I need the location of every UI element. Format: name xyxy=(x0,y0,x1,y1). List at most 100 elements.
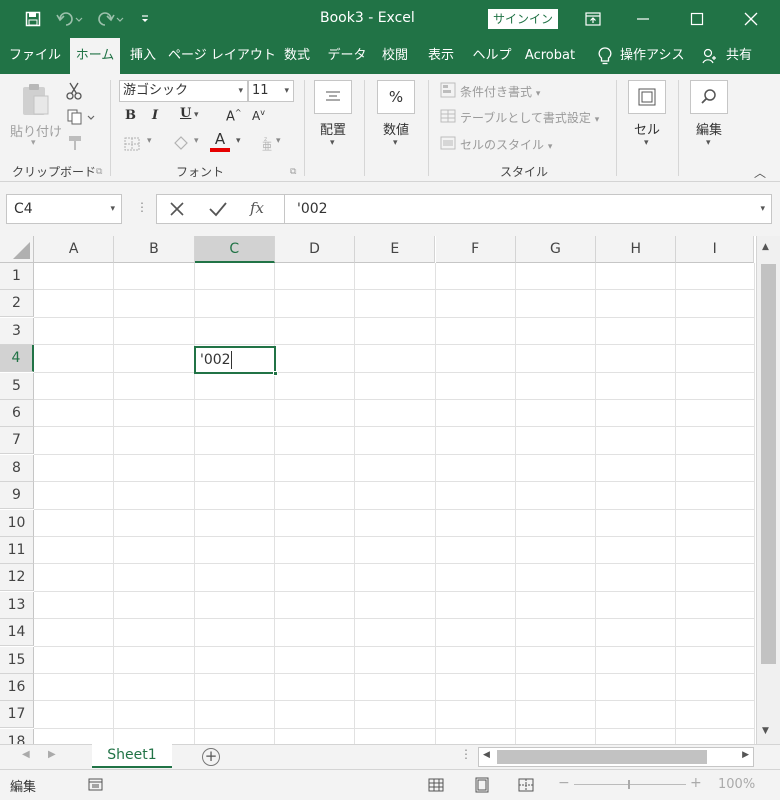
underline-button[interactable]: U xyxy=(180,106,191,121)
dialog-launcher-icon[interactable]: ⧉ xyxy=(96,167,102,177)
paste-button[interactable]: 貼り付け xyxy=(10,121,62,140)
clipboard-paste-icon[interactable] xyxy=(20,82,52,118)
font-size-combobox[interactable]: 11 ▾ xyxy=(248,80,294,102)
font-grow-button[interactable]: A^ xyxy=(226,108,242,124)
zoom-level[interactable]: 100% xyxy=(718,777,755,792)
redo-icon[interactable] xyxy=(92,0,128,38)
fill-handle[interactable] xyxy=(273,371,278,376)
close-icon[interactable] xyxy=(736,0,766,38)
column-header-b[interactable]: B xyxy=(114,236,195,263)
column-header-a[interactable]: A xyxy=(34,236,115,263)
scroll-sheets-left-icon[interactable]: ◀ xyxy=(22,749,30,760)
tab-view[interactable]: 表示 xyxy=(420,38,462,74)
tab-page-layout[interactable]: ページ レイアウト xyxy=(168,38,276,74)
cells-button[interactable] xyxy=(628,80,666,114)
tab-insert[interactable]: 挿入 xyxy=(122,38,164,74)
formula-input[interactable]: '002 ▾ xyxy=(284,194,772,224)
font-color-button[interactable]: A xyxy=(210,130,230,152)
zoom-slider[interactable] xyxy=(574,784,686,785)
row-header-1[interactable]: 1 xyxy=(0,263,34,290)
borders-icon[interactable] xyxy=(124,136,140,151)
column-header-e[interactable]: E xyxy=(355,236,436,263)
copy-icon[interactable] xyxy=(66,108,96,126)
tab-split-grip-icon[interactable]: ⋮ xyxy=(460,747,472,761)
format-painter-icon[interactable] xyxy=(66,134,84,152)
row-header-16[interactable]: 16 xyxy=(0,674,34,701)
add-sheet-button[interactable]: + xyxy=(202,748,220,766)
column-header-i[interactable]: I xyxy=(676,236,754,263)
cut-icon[interactable] xyxy=(66,82,82,100)
tab-data[interactable]: データ xyxy=(322,38,372,74)
tab-file[interactable]: ファイル xyxy=(6,38,64,74)
phonetic-guide-icon[interactable]: z亜 xyxy=(260,134,276,153)
italic-button[interactable]: I xyxy=(152,108,158,123)
collapse-ribbon-icon[interactable]: ︿ xyxy=(754,164,766,181)
scroll-right-icon[interactable]: ▶ xyxy=(742,750,749,760)
row-header-7[interactable]: 7 xyxy=(0,427,34,455)
signin-button[interactable]: サインイン xyxy=(488,9,558,29)
dialog-launcher-icon[interactable]: ⧉ xyxy=(290,167,296,177)
insert-function-button[interactable]: fx xyxy=(250,199,264,217)
zoom-slider-thumb[interactable] xyxy=(628,780,630,789)
tab-home[interactable]: ホーム xyxy=(70,38,120,74)
zoom-in-button[interactable]: + xyxy=(690,775,702,791)
maximize-icon[interactable] xyxy=(682,0,712,38)
row-header-12[interactable]: 12 xyxy=(0,564,34,592)
confirm-entry-icon[interactable] xyxy=(208,200,228,218)
cancel-entry-icon[interactable] xyxy=(168,200,186,218)
font-name-combobox[interactable]: 游ゴシック ▾ xyxy=(119,80,248,102)
page-break-preview-icon[interactable] xyxy=(518,777,534,793)
scroll-up-icon[interactable]: ▲ xyxy=(762,242,769,252)
select-all-corner[interactable] xyxy=(0,236,34,263)
scroll-down-icon[interactable]: ▼ xyxy=(762,726,769,736)
scroll-left-icon[interactable]: ◀ xyxy=(483,750,490,760)
scroll-thumb[interactable] xyxy=(761,264,776,664)
column-header-g[interactable]: G xyxy=(515,236,597,263)
hscroll-thumb[interactable] xyxy=(497,750,707,764)
editing-button[interactable] xyxy=(690,80,728,114)
formula-bar-grip-icon[interactable]: ⋮ xyxy=(136,200,148,214)
customize-qat-icon[interactable] xyxy=(138,0,152,38)
tab-formulas[interactable]: 数式 xyxy=(276,38,318,74)
horizontal-scrollbar[interactable]: ◀ ▶ xyxy=(478,747,754,767)
column-header-f[interactable]: F xyxy=(435,236,516,263)
vertical-scrollbar[interactable]: ▲ ▼ xyxy=(756,236,780,744)
cell-styles-button[interactable]: セルのスタイル ▾ xyxy=(460,136,552,153)
ribbon-display-options-icon[interactable] xyxy=(578,0,608,38)
font-shrink-button[interactable]: Av xyxy=(252,108,265,123)
person-icon[interactable] xyxy=(700,38,718,74)
page-layout-view-icon[interactable] xyxy=(474,777,490,793)
number-format-button[interactable]: % xyxy=(377,80,415,114)
format-as-table-button[interactable]: テーブルとして書式設定 ▾ xyxy=(460,109,599,126)
tab-acrobat[interactable]: Acrobat xyxy=(520,38,580,74)
fill-color-icon[interactable] xyxy=(172,134,190,152)
row-header-10[interactable]: 10 xyxy=(0,509,34,537)
name-box[interactable]: C4 ▾ xyxy=(6,194,122,224)
row-header-6[interactable]: 6 xyxy=(0,400,34,427)
row-header-5[interactable]: 5 xyxy=(0,372,34,400)
row-header-11[interactable]: 11 xyxy=(0,537,34,564)
minimize-icon[interactable] xyxy=(628,0,658,38)
tab-help[interactable]: ヘルプ xyxy=(466,38,518,74)
row-header-9[interactable]: 9 xyxy=(0,482,34,510)
row-header-14[interactable]: 14 xyxy=(0,619,34,647)
sheet-tab-sheet1[interactable]: Sheet1 xyxy=(92,744,172,768)
macro-recording-icon[interactable] xyxy=(88,777,104,793)
row-header-15[interactable]: 15 xyxy=(0,646,34,674)
row-header-13[interactable]: 13 xyxy=(0,591,34,619)
share-button[interactable]: 共有 xyxy=(722,38,756,74)
active-cell-c4[interactable]: '002 xyxy=(194,346,278,376)
zoom-out-button[interactable]: − xyxy=(558,775,570,791)
lightbulb-icon[interactable] xyxy=(592,38,618,74)
worksheet-grid[interactable]: ABCDEFGHI 1 2 3 4 5 6 7 8 9 10 11 12 13 14 15 16 17 18 '0… xyxy=(0,236,780,744)
bold-button[interactable]: B xyxy=(125,108,136,123)
row-header-4[interactable]: 4 xyxy=(0,345,34,373)
row-header-3[interactable]: 3 xyxy=(0,317,34,345)
column-header-c[interactable]: C xyxy=(194,236,275,263)
undo-icon[interactable] xyxy=(54,0,88,38)
scroll-sheets-right-icon[interactable]: ▶ xyxy=(48,749,56,760)
row-header-17[interactable]: 17 xyxy=(0,701,34,729)
row-header-2[interactable]: 2 xyxy=(0,290,34,318)
row-header-8[interactable]: 8 xyxy=(0,454,34,482)
chevron-down-icon[interactable]: ▾ xyxy=(760,195,765,223)
